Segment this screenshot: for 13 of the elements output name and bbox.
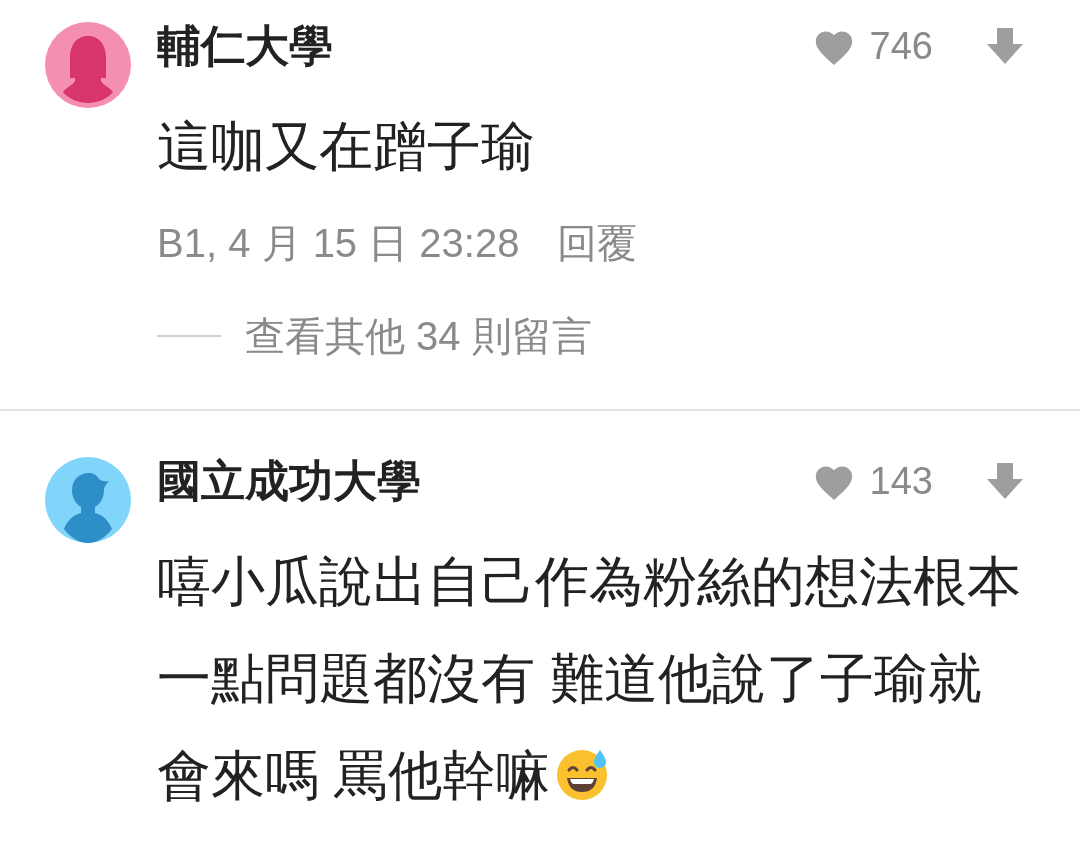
down-arrow-icon <box>985 26 1025 66</box>
downvote-button[interactable] <box>985 26 1025 66</box>
downvote-button[interactable] <box>985 461 1025 501</box>
reply-link[interactable]: 回覆 <box>557 213 638 273</box>
comment-text: 嘻小瓜說出自己作為粉絲的想法根本一點問題都沒有 難道他說了子瑜就會來嗎 罵他幹嘛 <box>157 550 1022 807</box>
like-button[interactable]: 143 <box>811 452 933 510</box>
down-arrow-icon <box>985 461 1025 501</box>
comment-meta: B1, 4 月 15 日 23:28 <box>157 220 520 267</box>
view-more-replies[interactable]: 查看其他 34 則留言 <box>157 301 1025 371</box>
like-button[interactable]: 746 <box>811 17 933 75</box>
user-name: 輔仁大學 <box>157 20 333 72</box>
user-name: 國立成功大學 <box>157 455 421 507</box>
comment-text: 這咖又在蹭子瑜 <box>157 115 536 178</box>
